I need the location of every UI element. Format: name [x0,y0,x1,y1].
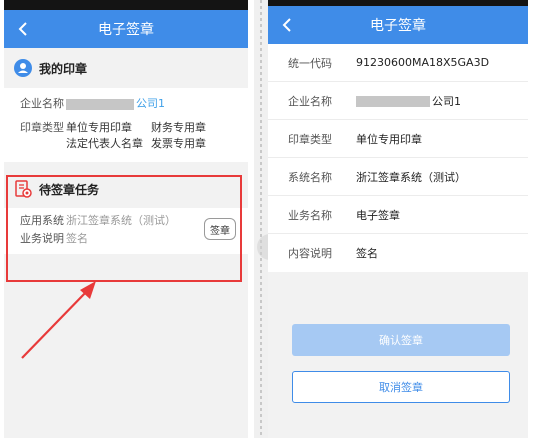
detail-label: 业务名称 [288,208,332,222]
detail-label: 企业名称 [288,94,332,108]
status-bar [4,0,248,10]
detail-value: 91230600MA18X5GA3D [356,56,490,69]
detail-row: 业务名称 电子签章 [268,196,528,234]
redacted-block [66,98,134,110]
detail-value: 浙江签章系统（测试） [356,170,466,184]
redacted-block [356,96,430,107]
chevron-left-icon [18,22,27,36]
detail-value: 单位专用印章 [356,132,422,146]
seal-type-item: 发票专用章 [151,137,206,150]
detail-row: 印章类型 单位专用印章 [268,120,528,158]
seal-type-label: 印章类型 [20,121,64,134]
my-seals-title: 我的印章 [39,61,88,76]
detail-label: 内容说明 [288,247,332,260]
seal-type-row: 印章类型 单位专用印章 财务专用章 法定代表人名章 发票专用章 [20,116,248,156]
confirm-sign-button[interactable]: 确认签章 [292,324,510,356]
page-title: 电子签章 [370,18,426,34]
chevron-left-icon [282,18,291,32]
seal-type-item: 单位专用印章 [66,121,132,134]
company-suffix: 公司1 [432,94,461,108]
detail-label: 系统名称 [288,170,332,184]
seal-type-item: 财务专用章 [151,121,206,134]
company-suffix[interactable]: 公司1 [136,97,165,110]
highlight-annotation-box [6,175,242,282]
nav-bar: 电子签章 [4,10,248,48]
seal-detail-list: 统一代码 91230600MA18X5GA3D 企业名称 公司1 印章类型 单位… [268,44,528,272]
right-phone-screen: 电子签章 统一代码 91230600MA18X5GA3D 企业名称 公司1 印章… [268,0,528,438]
seal-type-list: 单位专用印章 财务专用章 法定代表人名章 发票专用章 [66,120,206,152]
company-row: 企业名称 公司1 [20,92,248,116]
detail-label: 印章类型 [288,132,332,146]
detail-row: 系统名称 浙江签章系统（测试） [268,158,528,196]
cancel-sign-button[interactable]: 取消签章 [292,371,510,403]
my-seals-card: 企业名称 公司1 印章类型 单位专用印章 财务专用章 法定代表人名章 发票专用章 [4,88,248,162]
detail-value-redacted: 公司1 [356,93,461,109]
user-seal-icon [14,59,32,77]
detail-value: 电子签章 [356,208,400,222]
back-button[interactable] [276,6,298,44]
back-button[interactable] [12,10,34,48]
detail-row: 内容说明 签名 [268,234,528,272]
detail-row: 统一代码 91230600MA18X5GA3D [268,44,528,82]
detail-label: 统一代码 [288,56,332,70]
screen-divider [254,0,268,438]
seal-type-item: 法定代表人名章 [66,137,143,150]
page-title: 电子签章 [98,22,154,38]
company-label: 企业名称 [20,97,64,110]
my-seals-header: 我的印章 [4,48,248,88]
company-value: 公司1 [66,96,165,112]
detail-row: 企业名称 公司1 [268,82,528,120]
detail-value: 签名 [356,247,378,260]
nav-bar: 电子签章 [268,6,528,44]
